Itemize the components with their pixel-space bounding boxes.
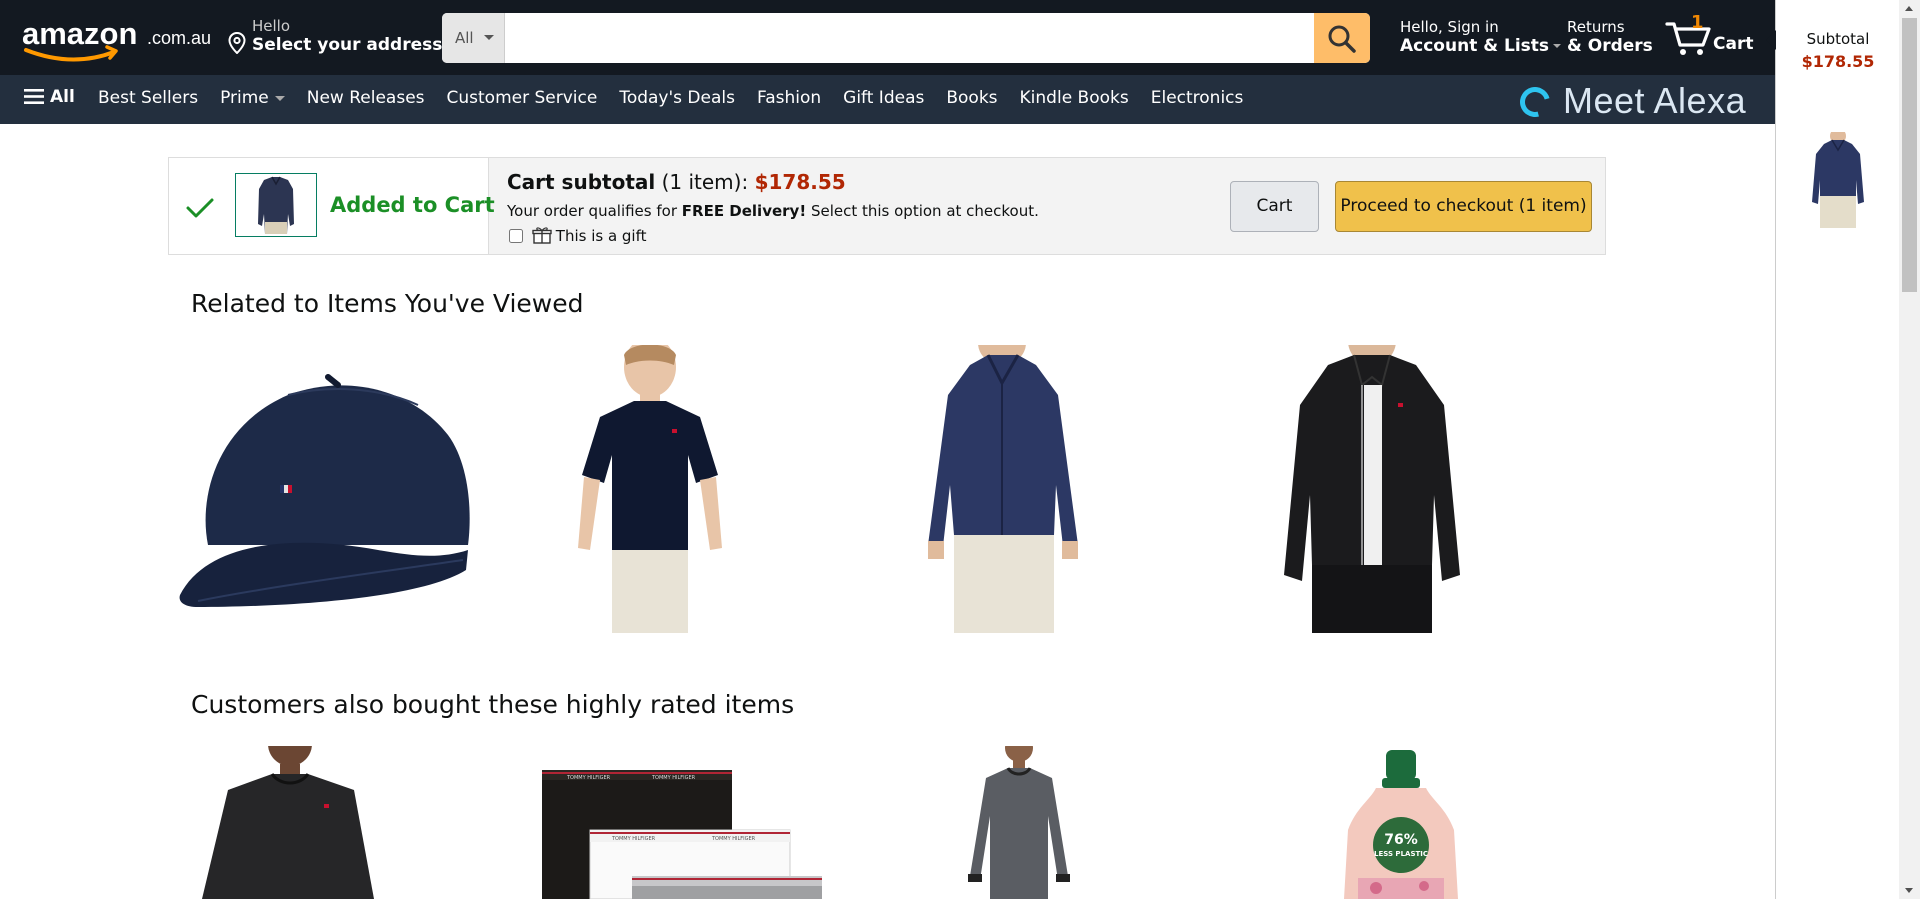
top-nav: amazon .com.au Hello Select your address… xyxy=(0,0,1775,75)
svg-text:amazon: amazon xyxy=(22,16,137,51)
product-image-longsleeve[interactable] xyxy=(964,746,1074,899)
svg-text:LESS PLASTIC: LESS PLASTIC xyxy=(1374,850,1428,858)
location-select: Select your address xyxy=(252,35,443,55)
svg-text:TOMMY HILFIGER: TOMMY HILFIGER xyxy=(566,775,611,781)
nav-link-todays-deals[interactable]: Today's Deals xyxy=(619,88,735,108)
free-delivery-highlight: FREE Delivery! xyxy=(681,202,807,220)
scroll-up-arrow-icon[interactable] xyxy=(1905,6,1913,11)
caret-down-icon xyxy=(1553,44,1562,48)
search-icon xyxy=(1328,25,1356,53)
cart-count: 1 xyxy=(1691,12,1704,33)
search-category-label: All xyxy=(455,29,474,47)
scrollbar[interactable] xyxy=(1899,0,1920,899)
meet-alexa-text: Meet Alexa xyxy=(1563,80,1747,121)
location-greeting: Hello xyxy=(252,17,291,35)
nav-link-customer-service[interactable]: Customer Service xyxy=(447,88,598,108)
cart-icon xyxy=(1665,22,1711,55)
nav-links: Best Sellers Prime New Releases Customer… xyxy=(98,88,1265,108)
secondary-nav: All Best Sellers Prime New Releases Cust… xyxy=(0,75,1775,124)
location-pin-icon xyxy=(228,32,246,54)
hamburger-icon xyxy=(24,89,44,104)
product-image-jacket[interactable] xyxy=(918,345,1088,633)
svg-text:.com.au: .com.au xyxy=(147,28,210,48)
section-title-highly-rated: Customers also bought these highly rated… xyxy=(191,690,795,719)
gift-option: This is a gift xyxy=(509,226,647,245)
product-image-tshirt[interactable] xyxy=(560,345,740,633)
checkmark-icon xyxy=(186,198,214,218)
nav-link-prime[interactable]: Prime xyxy=(220,88,285,108)
product-image-hand-wash[interactable]: 76% LESS PLASTIC xyxy=(1336,750,1466,899)
nav-link-gift-ideas[interactable]: Gift Ideas xyxy=(843,88,924,108)
search-category-dropdown[interactable]: All xyxy=(442,13,505,63)
product-image-cap[interactable] xyxy=(178,345,474,635)
side-cart-item-image[interactable] xyxy=(1810,132,1866,228)
go-to-cart-button[interactable]: Cart xyxy=(1230,181,1319,232)
account-lists[interactable]: Hello, Sign in Account & Lists xyxy=(1400,18,1562,56)
proceed-to-checkout-button[interactable]: Proceed to checkout (1 item) xyxy=(1335,181,1592,232)
svg-text:TOMMY HILFIGER: TOMMY HILFIGER xyxy=(711,836,756,842)
caret-down-icon xyxy=(274,95,285,101)
all-menu-label: All xyxy=(50,87,75,107)
orders-label: & Orders xyxy=(1567,36,1653,56)
nav-link-kindle-books[interactable]: Kindle Books xyxy=(1020,88,1129,108)
added-to-cart-confirmation: Added to Cart xyxy=(169,158,495,254)
alexa-ring-icon xyxy=(1514,81,1556,123)
cart-subtotal-price: $178.55 xyxy=(754,170,846,194)
gift-icon xyxy=(532,227,552,244)
side-subtotal-price: $178.55 xyxy=(1801,52,1875,71)
all-menu-button[interactable]: All xyxy=(24,87,75,107)
scrollbar-thumb[interactable] xyxy=(1902,18,1917,292)
scroll-down-arrow-icon[interactable] xyxy=(1905,888,1913,893)
added-to-cart-status: Added to Cart xyxy=(330,193,495,217)
account-greeting: Hello, Sign in xyxy=(1400,18,1499,36)
gift-checkbox[interactable] xyxy=(509,229,523,243)
page: amazon .com.au Hello Select your address… xyxy=(0,0,1920,899)
cart-subtotal-label: Cart subtotal xyxy=(507,170,656,194)
product-image-trunks-pack[interactable]: TOMMY HILFIGER TOMMY HILFIGER TOMMY HILF… xyxy=(542,770,824,899)
cart-button[interactable]: 1 Cart xyxy=(1665,12,1765,62)
cart-item-thumbnail[interactable] xyxy=(235,173,317,237)
added-to-cart-panel: Added to Cart Cart subtotal (1 item): $1… xyxy=(168,157,1606,255)
cart-label: Cart xyxy=(1713,34,1754,54)
gift-label: This is a gift xyxy=(555,227,647,245)
amazon-logo[interactable]: amazon .com.au xyxy=(22,14,210,62)
nav-link-prime-label: Prime xyxy=(220,88,269,108)
side-cart-panel: Subtotal $178.55 xyxy=(1766,0,1899,899)
nav-link-best-sellers[interactable]: Best Sellers xyxy=(98,88,198,108)
jacket-thumbnail-image xyxy=(258,176,294,234)
nav-link-electronics[interactable]: Electronics xyxy=(1151,88,1244,108)
cart-subtotal-count: (1 item): xyxy=(661,170,749,194)
cart-subtotal: Cart subtotal (1 item): $178.55 xyxy=(507,170,846,194)
side-subtotal-label: Subtotal xyxy=(1806,30,1870,48)
product-image-black-jacket[interactable] xyxy=(1282,345,1462,633)
account-label: Account & Lists xyxy=(1400,36,1550,56)
search-input[interactable] xyxy=(506,13,1314,63)
svg-text:TOMMY HILFIGER: TOMMY HILFIGER xyxy=(611,836,656,842)
product-image-sweater[interactable] xyxy=(198,746,378,899)
caret-down-icon xyxy=(484,35,494,40)
free-delivery-suffix: Select this option at checkout. xyxy=(810,202,1039,220)
panel-pointer xyxy=(1766,30,1776,50)
section-title-related: Related to Items You've Viewed xyxy=(191,289,584,318)
svg-text:TOMMY HILFIGER: TOMMY HILFIGER xyxy=(651,775,696,781)
returns-label: Returns xyxy=(1567,18,1625,36)
nav-link-new-releases[interactable]: New Releases xyxy=(307,88,425,108)
account-label-row: Account & Lists xyxy=(1400,36,1562,56)
free-delivery-prefix: Your order qualifies for xyxy=(507,202,677,220)
nav-link-fashion[interactable]: Fashion xyxy=(757,88,821,108)
search-bar: All xyxy=(442,13,1370,63)
nav-link-books[interactable]: Books xyxy=(946,88,997,108)
search-button[interactable] xyxy=(1314,13,1370,63)
free-delivery-notice: Your order qualifies for FREE Delivery! … xyxy=(507,202,1039,220)
svg-text:76%: 76% xyxy=(1384,832,1418,848)
returns-orders[interactable]: Returns & Orders xyxy=(1567,18,1653,56)
